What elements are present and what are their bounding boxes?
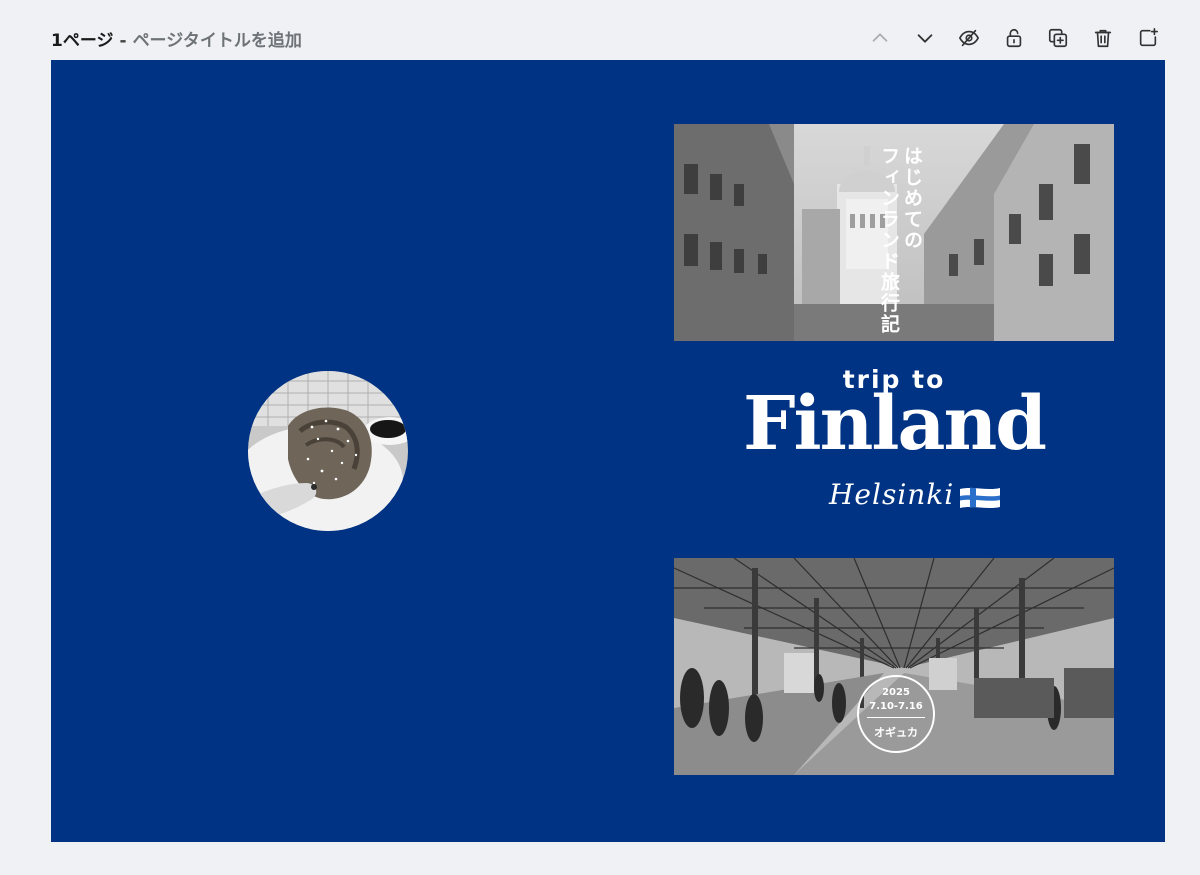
cinnamon-bun-photo [248, 371, 408, 531]
helsinki-street-photo[interactable]: はじめての フィンランド旅行記 [674, 124, 1114, 341]
page-toolbar [863, 22, 1175, 54]
stamp-name: オギュカ [874, 726, 918, 739]
finland-title[interactable]: Finland [674, 387, 1114, 461]
chevron-up-icon [872, 33, 888, 42]
stamp-dates: 7.10-7.16 [869, 701, 923, 712]
title-separator: - [119, 31, 127, 51]
page-header: 1ページ - ページタイトルを追加 [0, 0, 1200, 60]
hide-page-button[interactable] [952, 22, 986, 54]
move-page-up-button[interactable] [863, 22, 897, 54]
duplicate-page-button[interactable] [1041, 22, 1075, 54]
unlock-icon [1006, 28, 1022, 48]
stamp-divider [867, 717, 925, 718]
stamp-year: 2025 [882, 687, 910, 698]
move-page-down-button[interactable] [908, 22, 942, 54]
duplicate-icon [1049, 28, 1068, 48]
trash-icon [1094, 29, 1112, 48]
vertical-title-line2[interactable]: フィンランド旅行記 [878, 146, 900, 335]
page-number: 1ページ [51, 31, 114, 51]
chevron-down-icon [917, 34, 932, 43]
add-page-icon [1139, 28, 1158, 47]
unlock-page-button[interactable] [997, 22, 1031, 54]
helsinki-row: Helsinki [829, 478, 1002, 511]
design-canvas[interactable]: はじめての フィンランド旅行記 trip to Finland Helsinki [51, 60, 1165, 842]
finland-flag-icon[interactable] [958, 485, 1002, 511]
add-page-button[interactable] [1131, 22, 1165, 54]
page-title[interactable]: 1ページ - ページタイトルを追加 [51, 26, 302, 51]
circle-food-photo[interactable] [248, 371, 408, 531]
delete-page-button[interactable] [1086, 22, 1120, 54]
date-stamp[interactable]: 2025 7.10-7.16 オギュカ [857, 675, 935, 753]
helsinki-script-text[interactable]: Helsinki [829, 478, 954, 511]
station-platform-photo[interactable]: 2025 7.10-7.16 オギュカ [674, 558, 1114, 775]
hide-eye-icon [959, 29, 980, 47]
page-title-input[interactable]: ページタイトルを追加 [133, 31, 302, 51]
vertical-title-line1[interactable]: はじめての [901, 146, 923, 251]
